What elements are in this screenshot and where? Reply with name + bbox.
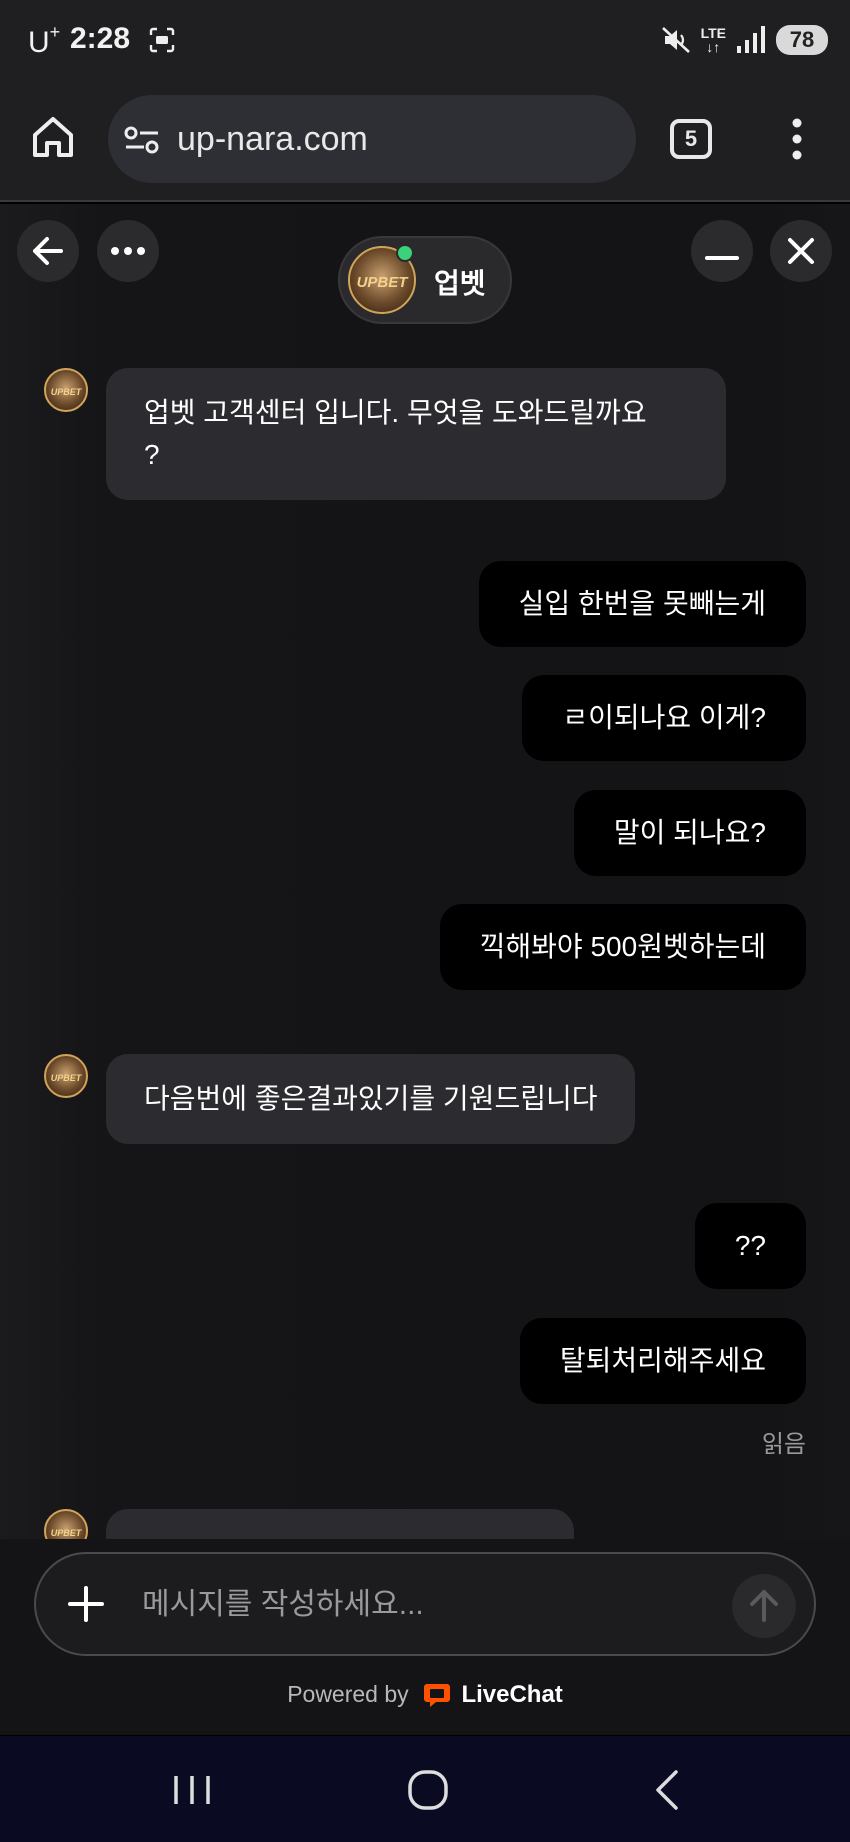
more-menu-icon[interactable]: [782, 116, 812, 162]
mute-icon: [661, 27, 690, 53]
message-composer: [34, 1552, 816, 1656]
read-receipt: 읽음: [761, 1431, 806, 1458]
minimize-icon: [705, 256, 739, 260]
close-button[interactable]: [770, 220, 832, 282]
message-bubble-user: ㄹ이되나요 이게?: [522, 675, 806, 761]
address-bar[interactable]: up-nara.com: [108, 95, 636, 183]
online-status-dot: [396, 244, 414, 262]
message-bubble-user: 끽해봐야 500원벳하는데: [439, 904, 806, 990]
agent-name: 업벳: [434, 268, 486, 299]
livechat-logo-icon: [424, 1684, 451, 1707]
send-button[interactable]: [732, 1574, 796, 1638]
clock: 2:28: [70, 22, 131, 55]
close-icon: [788, 238, 814, 264]
message-bubble-agent: 업벳 고객센터 입니다. 무엇을 도와드릴까요 ?: [106, 368, 726, 500]
options-button[interactable]: [97, 220, 159, 282]
powered-by[interactable]: Powered by LiveChat: [0, 1681, 850, 1709]
agent-avatar: UPBET: [44, 368, 88, 412]
home-icon[interactable]: [30, 114, 76, 160]
message-input[interactable]: [142, 1580, 722, 1630]
url-text[interactable]: up-nara.com: [177, 120, 368, 159]
system-nav-bar: [0, 1736, 850, 1842]
back-nav-icon[interactable]: [638, 1762, 698, 1818]
recent-apps-icon[interactable]: [162, 1762, 222, 1818]
livechat-brand: LiveChat: [461, 1681, 563, 1708]
battery-indicator: 78: [776, 25, 828, 55]
ellipsis-icon: [111, 247, 145, 255]
arrow-left-icon: [33, 237, 63, 265]
agent-avatar: UPBET: [44, 1054, 88, 1098]
home-nav-icon[interactable]: [398, 1762, 458, 1818]
message-bubble-user: 탈퇴처리해주세요: [519, 1318, 806, 1404]
agent-header: UPBET 업벳: [338, 236, 512, 324]
minimize-button[interactable]: [691, 220, 753, 282]
screenshot-icon: [149, 27, 175, 53]
add-attachment-icon[interactable]: [62, 1580, 110, 1628]
back-button[interactable]: [17, 220, 79, 282]
message-bubble-user: 실입 한번을 못빼는게: [478, 561, 806, 647]
message-bubble-agent: 다음번에 좋은결과있기를 기원드립니다: [106, 1054, 636, 1144]
status-bar: U+ 2:28 LTE ↓↑ 78: [0, 0, 850, 80]
carrier-label: U+: [28, 22, 61, 59]
lte-indicator: LTE ↓↑: [700, 25, 726, 55]
message-bubble-user: 말이 되나요?: [573, 790, 806, 876]
tab-switcher-button[interactable]: 5: [670, 119, 712, 159]
arrow-up-icon: [750, 1590, 778, 1622]
site-settings-icon[interactable]: [124, 125, 160, 155]
message-bubble-user: ??: [694, 1203, 806, 1289]
browser-toolbar: up-nara.com 5: [0, 80, 850, 202]
signal-icon: [737, 26, 765, 53]
chat-widget: UPBET 업벳 UPBET 업벳 고객센터 입니다. 무엇을 도와드릴까요 ?…: [0, 204, 850, 1735]
